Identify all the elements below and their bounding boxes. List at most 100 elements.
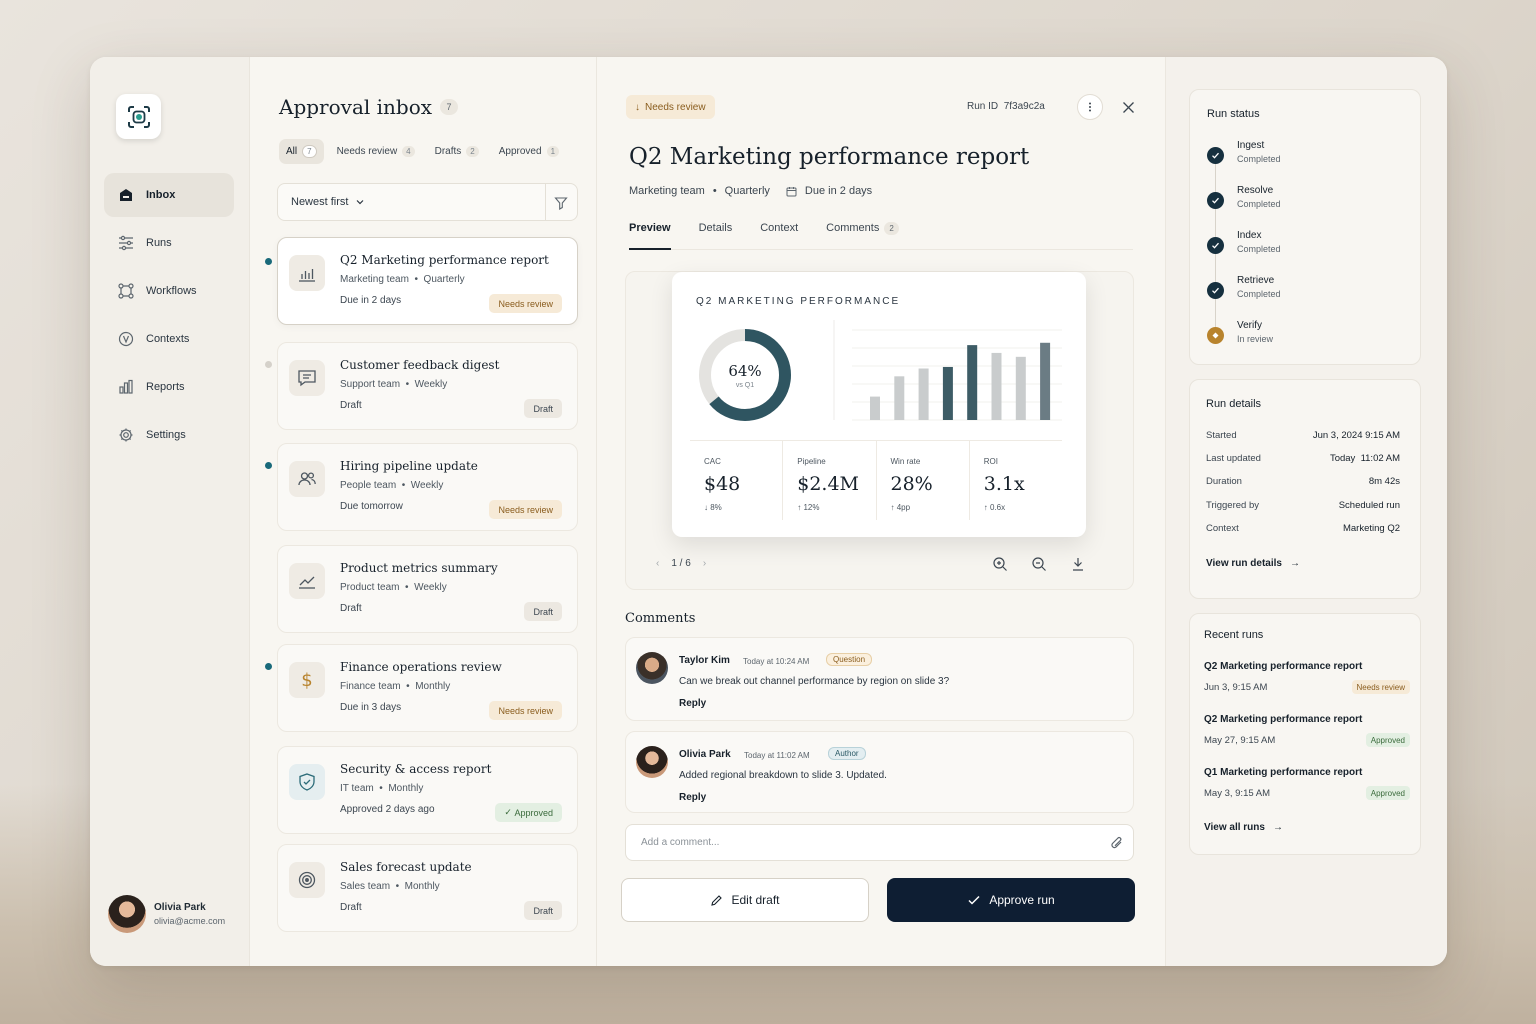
inbox-count-badge: 7 (440, 99, 459, 115)
chart-bar (870, 396, 880, 420)
metric-value: 28% (890, 473, 933, 495)
more-options-button[interactable] (1077, 94, 1103, 120)
zoom-in-icon[interactable] (992, 556, 1008, 572)
step-name: Resolve (1237, 185, 1274, 196)
step-state: Completed (1237, 199, 1281, 209)
sidebar-item-reports[interactable]: Reports (104, 365, 234, 409)
list-item[interactable]: $ Finance operations review Finance team… (277, 644, 578, 732)
list-item[interactable]: Customer feedback digest Support team • … (277, 342, 578, 430)
detail-value: Scheduled run (1338, 500, 1400, 511)
filter-icon[interactable] (553, 195, 569, 211)
target-icon (298, 871, 316, 889)
close-button[interactable] (1118, 97, 1138, 117)
detail-value: Jun 3, 2024 9:15 AM (1312, 430, 1400, 441)
recent-run-item[interactable]: Q2 Marketing performance report Jun 3, 9:… (1204, 661, 1410, 694)
sidebar-item-contexts[interactable]: Contexts (104, 317, 234, 361)
card-team: Marketing team (340, 274, 409, 285)
sidebar-item-settings[interactable]: Settings (104, 413, 234, 457)
detail-value: 8m 42s (1368, 476, 1400, 487)
tab-label: Preview (629, 222, 671, 234)
donut-label: 64% vs Q1 (696, 362, 794, 389)
metrics-row: CAC $48 ↓ 8% Pipeline $2.4M ↑ 12% Win rate 28… (690, 440, 1062, 520)
sidebar-item-label: Reports (146, 381, 185, 393)
list-item[interactable]: Product metrics summary Product team • W… (277, 545, 578, 633)
filter-tab-all[interactable]: All 7 (279, 139, 324, 164)
comment-input[interactable]: Add a comment... (625, 824, 1134, 861)
chart-bar (942, 366, 953, 420)
edit-draft-button[interactable]: Edit draft (621, 878, 869, 922)
comment: Taylor Kim Today at 10:24 AM Question Ca… (625, 637, 1134, 721)
recent-run-item[interactable]: Q1 Marketing performance report May 3, 9:… (1204, 767, 1410, 800)
slide-preview: Q2 MARKETING PERFORMANCE 64% vs Q1 CAC $4… (625, 271, 1134, 590)
metric-win-rate: Win rate 28% ↑ 4pp (877, 441, 970, 520)
recent-run-item[interactable]: Q2 Marketing performance report May 27, 9… (1204, 714, 1410, 747)
step-state: In review (1237, 334, 1274, 344)
list-item[interactable]: Security & access report IT team • Month… (277, 746, 578, 834)
card-icon (289, 563, 325, 599)
sidebar-item-label: Settings (146, 429, 186, 441)
app-logo[interactable] (116, 94, 161, 139)
tab-context[interactable]: Context (760, 222, 798, 250)
chevron-left-icon[interactable]: ‹ (656, 558, 659, 569)
tab-details[interactable]: Details (699, 222, 733, 250)
sidebar-item-runs[interactable]: Runs (104, 221, 234, 265)
reply-button[interactable]: Reply (679, 792, 706, 803)
tab-comments[interactable]: Comments 2 (826, 222, 899, 250)
chart-bar (894, 376, 905, 420)
card-due: Due in 3 days (340, 702, 402, 713)
tab-label: Comments (826, 222, 880, 234)
card-team: People team (340, 480, 397, 491)
sidebar-item-workflows[interactable]: Workflows (104, 269, 234, 313)
chart-bar (967, 345, 978, 420)
shield-icon (299, 773, 315, 791)
status-badge: Needs review (1351, 680, 1410, 694)
sort-dropdown[interactable]: Newest first (277, 183, 578, 221)
sidebar-item-label: Workflows (146, 285, 197, 297)
filter-tab-approved[interactable]: Approved 1 (492, 139, 566, 164)
card-meta: Marketing team • Quarterly (340, 274, 465, 285)
status-label: Approved (514, 807, 553, 818)
run-id: Run ID 7f3a9c2a (967, 101, 1045, 112)
run-title: Q2 Marketing performance report (1204, 714, 1363, 725)
filter-tab-drafts[interactable]: Drafts 2 (428, 139, 486, 164)
list-item[interactable]: Sales forecast update Sales team • Month… (277, 844, 578, 932)
pending-icon (1207, 327, 1224, 344)
status-badge: Draft (524, 399, 562, 418)
card-title: Q2 Marketing performance report (340, 253, 549, 267)
dollar-icon: $ (301, 670, 312, 691)
comment-author: Taylor Kim (679, 655, 730, 666)
list-item[interactable]: Hiring pipeline update People team • Wee… (277, 443, 578, 531)
card-cadence: Weekly (410, 480, 444, 491)
detail-label: Duration (1206, 476, 1242, 487)
card-team: Support team (340, 379, 401, 390)
sidebar-item-inbox[interactable]: Inbox (104, 173, 234, 217)
detail-row: Context Marketing Q2 (1206, 523, 1400, 534)
check-icon (1207, 282, 1224, 299)
message-icon (298, 370, 316, 387)
check-icon (1207, 147, 1224, 164)
download-icon[interactable] (1070, 556, 1086, 572)
zoom-out-icon[interactable] (1031, 556, 1047, 572)
step-name: Ingest (1237, 140, 1265, 151)
view-run-details-link[interactable]: View run details → (1206, 558, 1300, 569)
tab-preview[interactable]: Preview (629, 222, 671, 250)
filter-tab-needs-review[interactable]: Needs review 4 (330, 139, 422, 164)
check-icon (968, 895, 980, 905)
status-step: Retrieve Completed (1207, 275, 1281, 299)
user-profile[interactable]: Olivia Park olivia@acme.com (108, 895, 225, 933)
donut-subtitle: vs Q1 (735, 382, 755, 389)
step-state: Completed (1237, 154, 1281, 164)
chevron-right-icon[interactable]: › (703, 558, 706, 569)
tab-count: 2 (884, 222, 899, 235)
chevron-down-icon (357, 200, 364, 205)
view-all-runs-link[interactable]: View all runs → (1204, 822, 1283, 833)
check-icon (1207, 192, 1224, 209)
approve-run-button[interactable]: Approve run (887, 878, 1135, 922)
paperclip-icon[interactable] (1109, 835, 1125, 851)
reply-button[interactable]: Reply (679, 698, 706, 709)
chart-bar (1015, 356, 1026, 420)
card-team: Sales team (340, 881, 391, 892)
page-indicator: 1 / 6 (671, 558, 691, 569)
step-state: Completed (1237, 289, 1281, 299)
list-item[interactable]: Q2 Marketing performance report Marketin… (277, 237, 578, 325)
